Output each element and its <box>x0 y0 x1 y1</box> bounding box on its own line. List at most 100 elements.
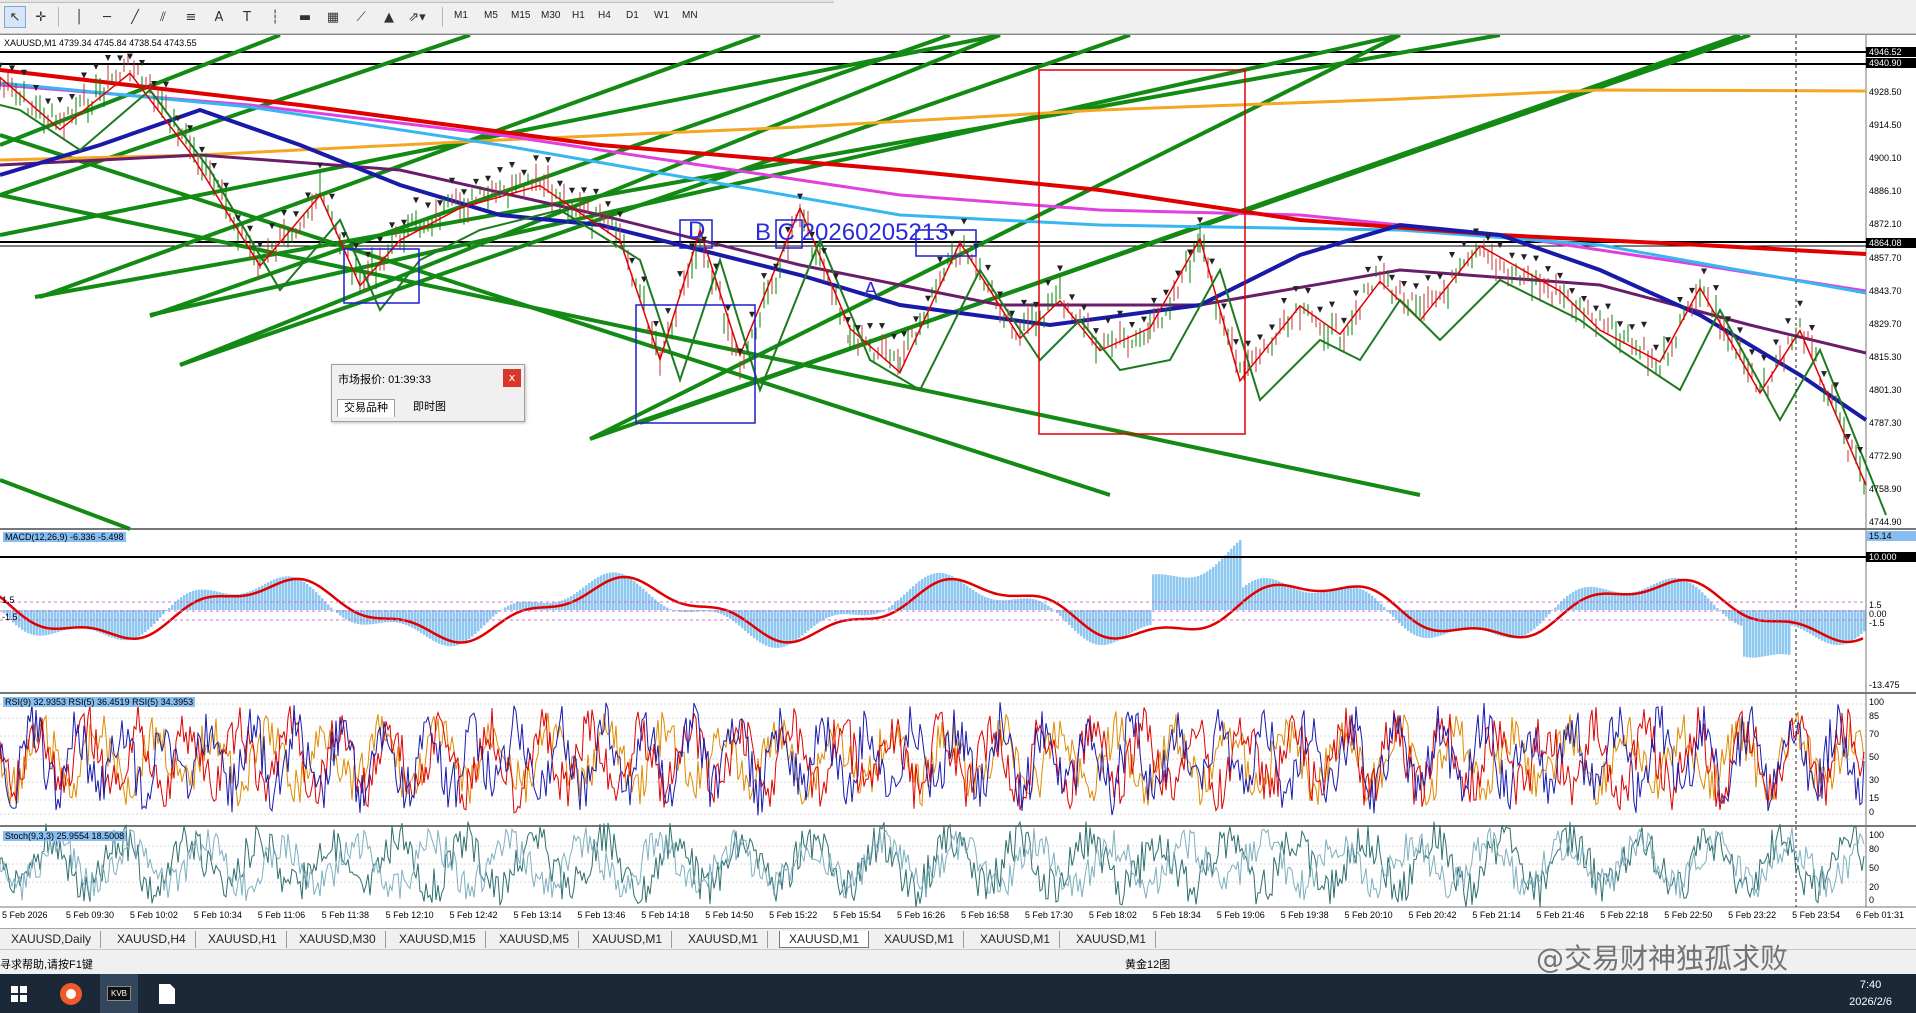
signal-arrow <box>163 81 169 88</box>
taskbar-clock[interactable]: 7:40 2026/2/6 <box>1849 977 1892 1011</box>
signal-arrow <box>1233 339 1239 346</box>
signal-arrow <box>879 323 885 330</box>
text-label-icon[interactable]: T <box>236 6 258 28</box>
vertical-line-icon[interactable]: │ <box>68 6 90 28</box>
chart-tab[interactable]: XAUUSD,M15 <box>390 931 486 948</box>
chart-canvas[interactable] <box>0 35 1916 929</box>
price-axis-label: 4829.70 <box>1869 319 1902 329</box>
timeframe-h1-button[interactable]: H1 <box>569 9 588 25</box>
tab-tick-chart[interactable]: 即时图 <box>407 399 452 417</box>
macd-histogram-bar <box>420 610 423 634</box>
timeframe-m15-button[interactable]: M15 <box>508 9 533 25</box>
crosshair-icon[interactable]: ✛ <box>30 6 52 28</box>
triangle-icon[interactable]: ▲ <box>378 6 400 28</box>
macd-histogram-bar <box>1350 586 1353 610</box>
chart-tab[interactable]: XAUUSD,M30 <box>290 931 386 948</box>
channel-line-down <box>0 193 1421 497</box>
macd-histogram-bar <box>483 610 486 626</box>
windows-start-icon[interactable] <box>0 974 38 1013</box>
macd-histogram-bar <box>207 589 210 610</box>
time-axis-label: 5 Feb 21:46 <box>1536 910 1585 920</box>
kvb-app-icon[interactable]: KVB <box>100 974 138 1013</box>
macd-histogram-bar <box>1137 610 1140 630</box>
macd-histogram-bar <box>1371 595 1374 610</box>
macd-histogram-bar <box>666 607 669 610</box>
macd-left-p15: 1.5 <box>2 595 15 605</box>
macd-histogram-bar <box>318 595 321 610</box>
gann-icon[interactable]: ⟋ <box>350 6 372 28</box>
macd-histogram-bar <box>951 576 954 610</box>
macd-histogram-bar <box>339 610 342 616</box>
macd-histogram-bar <box>699 610 702 612</box>
macd-histogram-bar <box>1056 610 1059 614</box>
macd-histogram-bar <box>657 601 660 610</box>
arrows-dropdown-icon[interactable]: ⇗▾ <box>406 6 428 28</box>
time-axis-label: 5 Feb 23:54 <box>1792 910 1841 920</box>
timeframe-d1-button[interactable]: D1 <box>623 9 642 25</box>
macd-histogram-bar <box>1578 588 1581 610</box>
clock-date: 2026/2/6 <box>1849 996 1892 1008</box>
macd-histogram-bar <box>1731 610 1734 622</box>
timeframe-m30-button[interactable]: M30 <box>538 9 563 25</box>
macd-histogram-bar <box>1299 590 1302 610</box>
time-axis-label: 5 Feb 17:30 <box>1024 910 1073 920</box>
macd-histogram-bar <box>1179 577 1182 610</box>
macd-axis-m15: -1.5 <box>1869 618 1885 628</box>
timeframe-mn-button[interactable]: MN <box>679 9 701 25</box>
macd-histogram-bar <box>171 604 174 610</box>
timeframe-h4-button[interactable]: H4 <box>595 9 614 25</box>
macd-histogram-bar <box>78 610 81 628</box>
rectangle-icon[interactable]: ▬ <box>294 6 316 28</box>
rsi-level: 50 <box>1869 752 1880 762</box>
text-icon[interactable]: A <box>208 6 230 28</box>
macd-histogram-bar <box>336 610 339 614</box>
chart-tab[interactable]: XAUUSD,Daily <box>2 931 102 948</box>
macd-histogram-bar <box>1407 610 1410 631</box>
chart-tab[interactable]: XAUUSD,M1 <box>679 931 769 948</box>
fibonacci-icon[interactable]: ≡ <box>180 6 202 28</box>
macd-histogram-bar <box>1308 592 1311 610</box>
chart-tab[interactable]: XAUUSD,M1 <box>971 931 1061 948</box>
macd-histogram-bar <box>879 610 882 613</box>
market-watch-window[interactable]: 市场报价: 01:39:33 x 交易品种 即时图 <box>331 364 525 422</box>
tab-symbols[interactable]: 交易品种 <box>337 399 395 417</box>
cursor-icon[interactable]: ↖ <box>4 6 26 28</box>
chart-window[interactable]: XAUUSD,M1 4739.34 4745.84 4738.54 4743.5… <box>0 34 1916 928</box>
macd-histogram-bar <box>321 598 324 610</box>
signal-arrow <box>1449 251 1455 258</box>
document-icon[interactable] <box>148 974 186 1013</box>
macd-histogram-bar <box>441 610 444 645</box>
macd-histogram-bar <box>1476 610 1479 629</box>
chart-tab[interactable]: XAUUSD,M1 <box>583 931 673 948</box>
macd-histogram-bar <box>147 610 150 630</box>
macd-histogram-bar <box>984 596 987 610</box>
time-axis-label: 5 Feb 14:18 <box>641 910 690 920</box>
macd-histogram-bar <box>804 610 807 634</box>
timeframe-w1-button[interactable]: W1 <box>651 9 672 25</box>
grid-icon[interactable]: ▦ <box>322 6 344 28</box>
timeframe-m1-button[interactable]: M1 <box>451 9 471 25</box>
chart-tab-active[interactable]: XAUUSD,M1 <box>779 931 870 948</box>
timeframe-m5-button[interactable]: M5 <box>481 9 501 25</box>
chart-tab[interactable]: XAUUSD,M5 <box>490 931 580 948</box>
period-separator-icon[interactable]: ┆ <box>264 6 286 28</box>
chart-tab[interactable]: XAUUSD,H1 <box>199 931 287 948</box>
chart-tab[interactable]: XAUUSD,H4 <box>108 931 196 948</box>
macd-histogram-bar <box>1353 587 1356 610</box>
trendline-icon[interactable]: ╱ <box>124 6 146 28</box>
macd-histogram-bar <box>1545 610 1548 618</box>
macd-histogram-bar <box>303 581 306 610</box>
macd-histogram-bar <box>1365 591 1368 610</box>
channel-icon[interactable]: ⫽ <box>152 6 174 28</box>
macd-histogram-bar <box>468 610 471 639</box>
signal-arrow <box>1713 285 1719 292</box>
browser-icon[interactable] <box>52 974 90 1013</box>
horizontal-line-icon[interactable]: ─ <box>96 6 118 28</box>
signal-arrow <box>1569 288 1575 295</box>
chart-tab[interactable]: XAUUSD,M1 <box>875 931 965 948</box>
chart-tab[interactable]: XAUUSD,M1 <box>1067 931 1157 948</box>
signal-arrow <box>211 163 217 170</box>
rsi-level: 0 <box>1869 807 1875 817</box>
close-button[interactable]: x <box>503 369 521 387</box>
macd-histogram-bar <box>756 610 759 641</box>
